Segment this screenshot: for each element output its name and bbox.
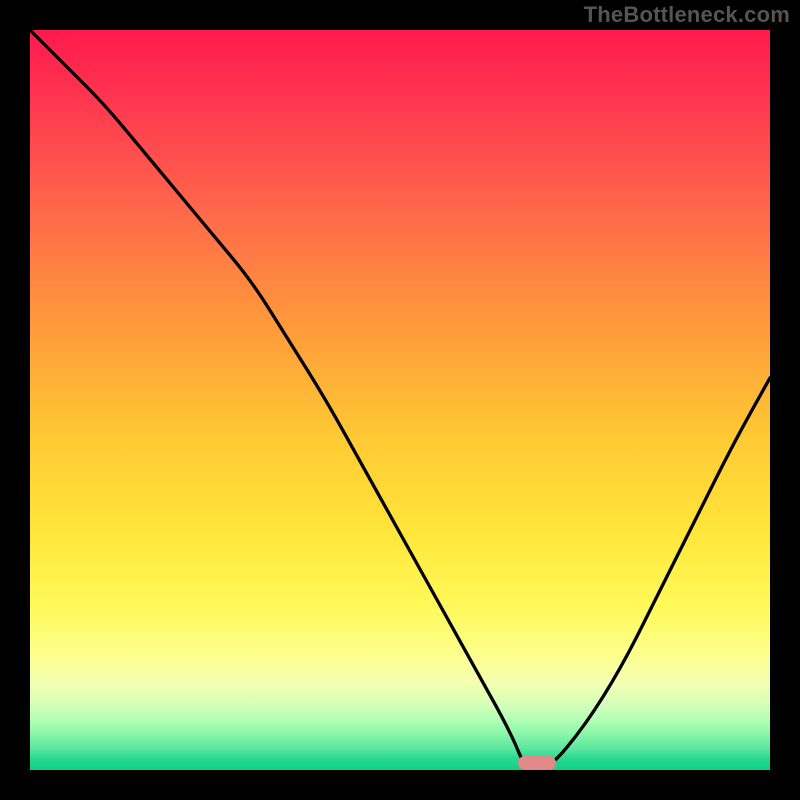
plot-area	[30, 30, 770, 770]
bottleneck-curve	[30, 30, 770, 770]
optimum-marker	[518, 756, 556, 770]
watermark-text: TheBottleneck.com	[584, 2, 790, 28]
chart-frame: TheBottleneck.com	[0, 0, 800, 800]
curve-path	[30, 30, 770, 770]
